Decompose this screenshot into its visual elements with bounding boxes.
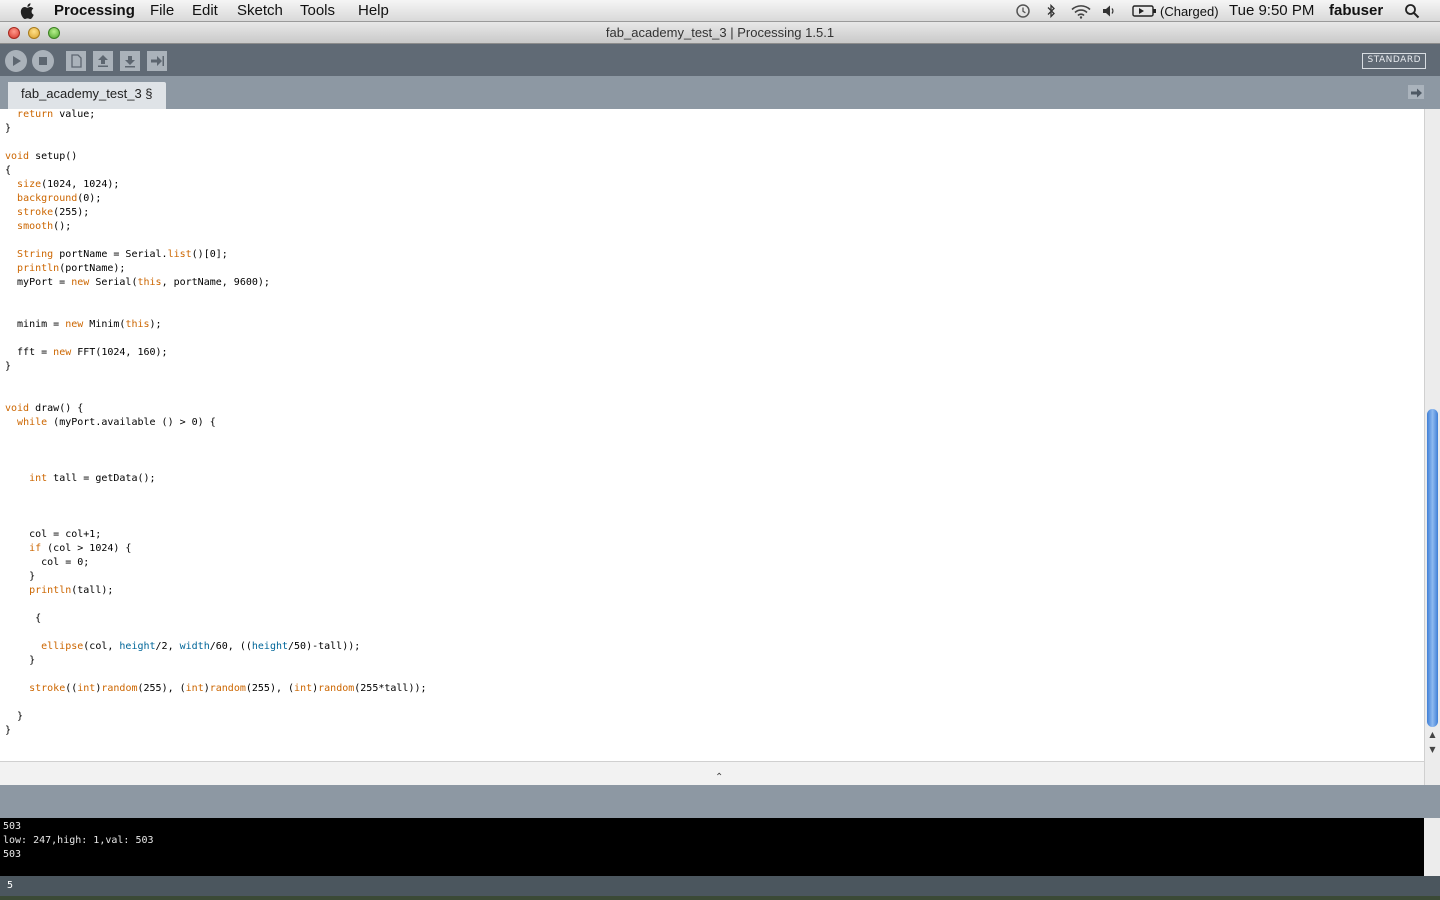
upload-arrow-icon [98,55,108,67]
menu-help[interactable]: Help [358,2,389,20]
menu-tools[interactable]: Tools [300,2,335,20]
stop-button[interactable] [32,50,54,72]
window-close-button[interactable] [8,27,20,39]
window-title: fab_academy_test_3 | Processing 1.5.1 [605,25,835,40]
line-number: 5 [7,880,14,891]
tab-sketch[interactable]: fab_academy_test_3 § [8,82,166,109]
desktop-strip [0,896,1440,900]
open-button[interactable] [93,51,113,71]
status-line: 5 [0,876,1440,896]
wifi-icon[interactable] [1070,3,1092,19]
mode-selector[interactable]: STANDARD [1362,53,1426,69]
menubar: Processing File Edit Sketch Tools Help (… [0,0,1440,22]
message-area [0,785,1440,818]
battery-status: (Charged) [1160,4,1219,19]
editor-scroll-thumb[interactable] [1427,409,1438,727]
menubar-clock[interactable]: Tue 9:50 PM [1229,2,1314,20]
tab-menu-button[interactable] [1408,85,1424,99]
menu-app-name[interactable]: Processing [54,2,135,20]
play-icon [13,56,21,66]
menu-edit[interactable]: Edit [192,2,218,20]
menu-sketch[interactable]: Sketch [237,2,283,20]
toolbar: STANDARD [0,44,1440,76]
console-output: 503 low: 247,high: 1,val: 503 503 [3,821,154,860]
arrow-right-icon [1411,88,1422,98]
code-text[interactable]: return value; } void setup() { size(1024… [5,109,427,738]
battery-icon[interactable] [1132,3,1157,19]
volume-icon[interactable] [1101,3,1117,19]
apple-icon[interactable] [18,1,38,21]
window-minimize-button[interactable] [28,27,40,39]
download-arrow-icon [125,56,135,68]
scroll-up-arrow-icon[interactable]: ▲ [1428,730,1437,739]
stop-icon [39,57,47,65]
window-titlebar: fab_academy_test_3 | Processing 1.5.1 [0,22,1440,44]
export-arrow-icon [151,56,164,66]
window-zoom-button[interactable] [48,27,60,39]
spotlight-icon[interactable] [1404,3,1420,19]
new-file-icon [71,54,82,68]
tab-bar: fab_academy_test_3 § [0,76,1440,109]
run-button[interactable] [5,50,27,72]
save-button[interactable] [120,51,140,71]
menubar-user[interactable]: fabuser [1329,2,1383,20]
divider-handle-icon[interactable]: ⌃ [715,772,723,783]
menu-file[interactable]: File [150,2,174,20]
export-button[interactable] [147,51,167,71]
editor-divider[interactable]: ⌃ [0,761,1424,785]
console-scrollbar[interactable] [1424,818,1440,876]
new-button[interactable] [66,51,86,71]
time-machine-icon[interactable] [1014,3,1032,19]
code-editor[interactable]: return value; } void setup() { size(1024… [0,109,1424,761]
bluetooth-icon[interactable] [1045,3,1057,19]
console[interactable]: 503 low: 247,high: 1,val: 503 503 [0,818,1424,876]
scroll-down-arrow-icon[interactable]: ▼ [1428,745,1437,754]
editor-vertical-scrollbar[interactable]: ▲ ▼ [1424,109,1440,785]
